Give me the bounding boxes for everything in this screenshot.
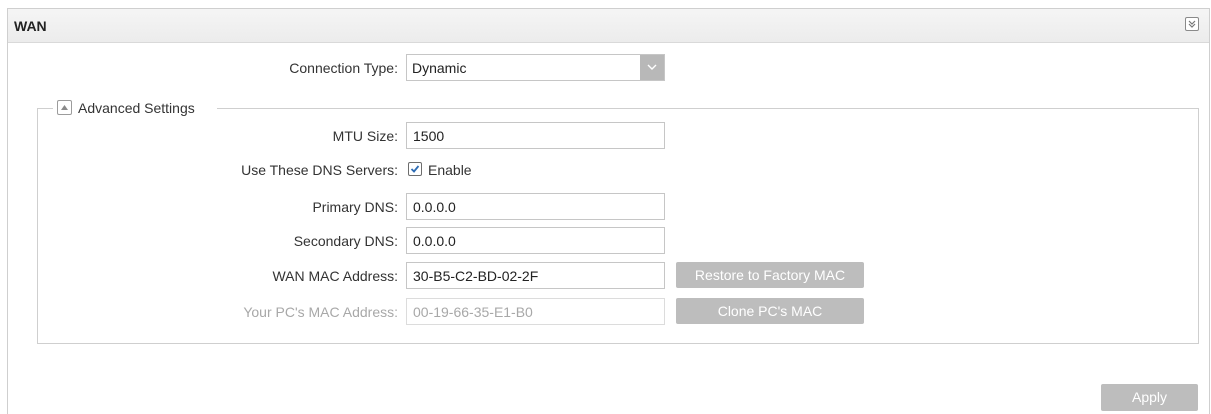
- wan-mac-label: WAN MAC Address:: [272, 268, 398, 284]
- mtu-size-input[interactable]: [406, 122, 665, 149]
- triangle-up-icon[interactable]: [57, 100, 72, 115]
- apply-button[interactable]: Apply: [1101, 384, 1198, 411]
- mtu-size-label: MTU Size:: [332, 128, 398, 144]
- clone-pc-mac-button[interactable]: Clone PC's MAC: [676, 298, 864, 324]
- dns-enable-checkbox[interactable]: [408, 162, 422, 176]
- connection-type-select[interactable]: Dynamic: [406, 54, 665, 81]
- secondary-dns-input[interactable]: [406, 227, 665, 254]
- primary-dns-label: Primary DNS:: [312, 199, 398, 215]
- panel-header: WAN: [8, 9, 1209, 43]
- connection-type-label: Connection Type:: [289, 60, 398, 76]
- panel-title: WAN: [14, 18, 47, 34]
- pc-mac-label: Your PC's MAC Address:: [243, 304, 398, 320]
- wan-mac-input[interactable]: [406, 262, 665, 289]
- chevron-down-icon[interactable]: [640, 55, 664, 80]
- dns-enable-label: Enable: [428, 162, 472, 178]
- connection-type-value: Dynamic: [412, 60, 467, 76]
- secondary-dns-label: Secondary DNS:: [293, 233, 398, 249]
- primary-dns-input[interactable]: [406, 193, 665, 220]
- pc-mac-input: [406, 298, 665, 325]
- chevron-double-down-icon[interactable]: [1185, 17, 1199, 31]
- use-dns-label: Use These DNS Servers:: [241, 162, 398, 178]
- advanced-settings-legend[interactable]: Advanced Settings: [53, 98, 217, 118]
- restore-factory-mac-button[interactable]: Restore to Factory MAC: [676, 262, 864, 288]
- advanced-settings-title: Advanced Settings: [78, 100, 195, 116]
